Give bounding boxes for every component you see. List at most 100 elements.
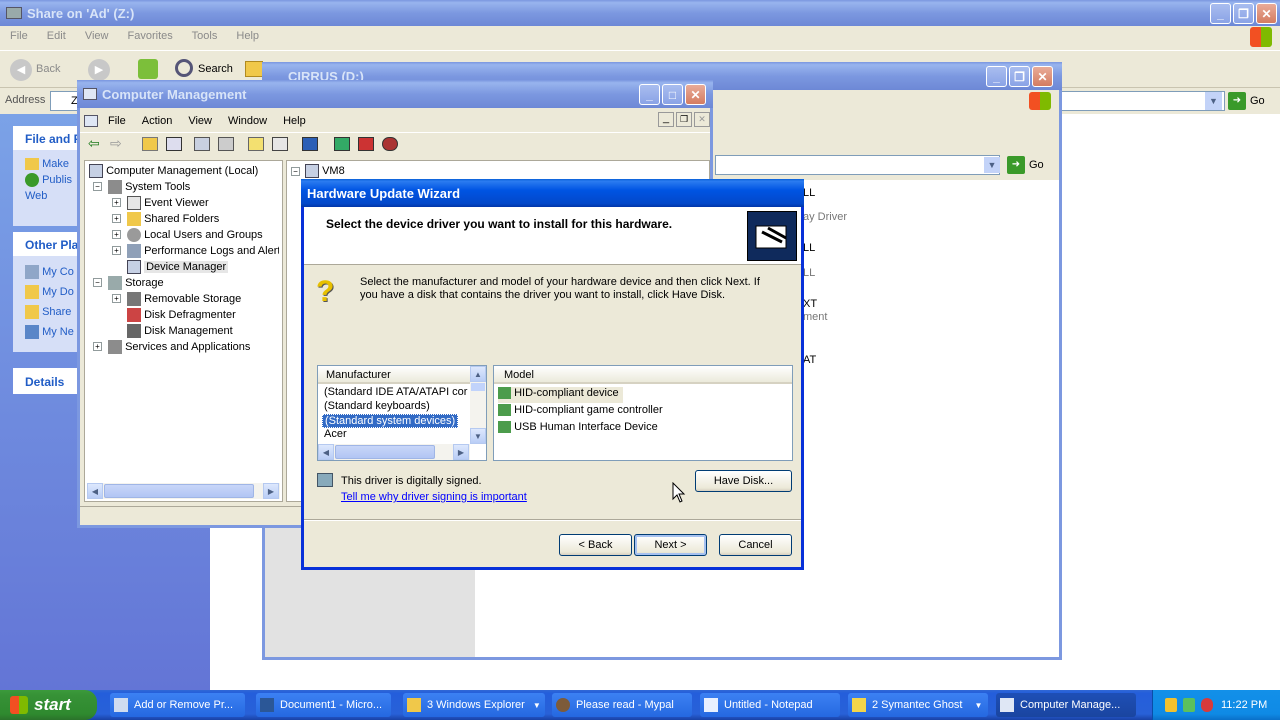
file-item[interactable]: LL <box>803 242 815 254</box>
print-icon[interactable] <box>218 137 234 151</box>
manufacturer-item[interactable]: (Standard IDE ATA/ATAPI cor <box>324 386 472 398</box>
scroll-left-icon[interactable]: ◀ <box>318 444 334 460</box>
cirrus-close-button[interactable]: ✕ <box>1032 66 1053 87</box>
folders-icon[interactable] <box>245 61 263 77</box>
menu-tools[interactable]: Tools <box>192 30 218 42</box>
file-item[interactable]: XT <box>803 298 817 310</box>
forward-icon[interactable]: ⇨ <box>110 135 122 152</box>
manufacturer-item[interactable]: Acer <box>324 428 347 440</box>
file-item[interactable]: LL <box>803 267 815 279</box>
model-item[interactable]: USB Human Interface Device <box>498 421 658 434</box>
compmgmt-titlebar[interactable]: Computer Management _ □ ✕ <box>77 80 713 108</box>
cancel-button[interactable]: Cancel <box>719 534 792 556</box>
tree-node-event-viewer[interactable]: Event Viewer <box>127 195 209 211</box>
search-icon[interactable] <box>175 59 193 77</box>
file-tasks-title[interactable]: File and F <box>13 126 83 150</box>
child-close-icon[interactable]: ✕ <box>694 112 710 127</box>
close-button[interactable]: ✕ <box>1256 3 1277 24</box>
cm-menu-help[interactable]: Help <box>283 115 306 127</box>
scan-hardware-icon[interactable] <box>302 137 318 151</box>
file-item[interactable]: ay Driver <box>803 211 847 223</box>
cm-menu-action[interactable]: Action <box>142 115 173 127</box>
uninstall-icon[interactable] <box>358 137 374 151</box>
show-tree-icon[interactable] <box>166 137 182 151</box>
compmgmt-minimize-button[interactable]: _ <box>639 84 660 105</box>
cirrus-maximize-button[interactable]: ❐ <box>1009 66 1030 87</box>
other-places-title[interactable]: Other Pla <box>13 232 83 256</box>
cm-menu-file[interactable]: File <box>108 115 126 127</box>
model-column-header[interactable]: Model <box>494 366 792 384</box>
explorer-titlebar[interactable]: Share on 'Ad' (Z:) _ ❐ ✕ <box>0 0 1280 26</box>
scroll-thumb[interactable] <box>471 383 485 391</box>
up-level-icon[interactable] <box>142 137 158 151</box>
tree-node-disk-defragmenter[interactable]: Disk Defragmenter <box>127 307 236 323</box>
properties-icon[interactable] <box>194 137 210 151</box>
tree-node-removable-storage[interactable]: Removable Storage <box>127 291 241 307</box>
have-disk-button[interactable]: Have Disk... <box>695 470 792 492</box>
tree-node-local-users[interactable]: Local Users and Groups <box>127 227 263 243</box>
cirrus-go-label[interactable]: Go <box>1029 159 1044 171</box>
expand-icon[interactable]: + <box>112 230 121 239</box>
shield-icon[interactable] <box>1165 698 1177 712</box>
scroll-right-icon[interactable]: ▶ <box>453 444 469 460</box>
my-network-link[interactable]: My Ne <box>25 322 83 342</box>
manufacturer-item-selected[interactable]: (Standard system devices) <box>322 414 459 428</box>
collapse-icon[interactable]: − <box>291 167 300 176</box>
cirrus-address-input[interactable] <box>715 155 1000 175</box>
details-panel[interactable]: Details <box>13 368 83 394</box>
next-button[interactable]: Next > <box>634 534 707 556</box>
clock[interactable]: 11:22 PM <box>1221 699 1267 711</box>
model-item[interactable]: HID-compliant game controller <box>498 404 663 417</box>
tree-horizontal-scrollbar[interactable]: ◀ ▶ <box>87 483 280 499</box>
scroll-down-icon[interactable]: ▼ <box>470 428 486 444</box>
shared-link[interactable]: Share <box>25 302 83 322</box>
wizard-titlebar[interactable]: Hardware Update Wizard <box>301 179 804 207</box>
minimize-button[interactable]: _ <box>1210 3 1231 24</box>
tree-node-storage[interactable]: Storage <box>108 275 164 291</box>
network-tray-icon[interactable] <box>1183 698 1195 712</box>
menu-view[interactable]: View <box>85 30 109 42</box>
export-icon[interactable] <box>272 137 288 151</box>
scroll-up-icon[interactable]: ▲ <box>470 366 486 382</box>
search-label[interactable]: Search <box>198 63 233 75</box>
taskbar-item[interactable]: 3 Windows Explorer ▼ <box>403 693 545 717</box>
menu-favorites[interactable]: Favorites <box>128 30 173 42</box>
disable-icon[interactable] <box>382 137 398 151</box>
back-icon[interactable]: ⇦ <box>88 135 100 152</box>
manufacturer-list[interactable]: Manufacturer (Standard IDE ATA/ATAPI cor… <box>317 365 487 461</box>
my-computer-link[interactable]: My Co <box>25 262 83 282</box>
file-item[interactable]: ment <box>803 311 827 323</box>
start-button[interactable]: start <box>0 690 97 720</box>
dropdown-arrow-icon[interactable]: ▼ <box>1205 92 1222 110</box>
manufacturer-vertical-scrollbar[interactable]: ▲ ▼ <box>470 366 486 444</box>
child-minimize-icon[interactable]: _ <box>658 112 674 127</box>
scroll-thumb[interactable] <box>335 445 435 459</box>
cm-menu-window[interactable]: Window <box>228 115 267 127</box>
cirrus-go-arrow-icon[interactable]: ➜ <box>1007 156 1025 174</box>
taskbar-item[interactable]: Please read - Mypal <box>552 693 692 717</box>
taskbar-item[interactable]: Untitled - Notepad <box>700 693 840 717</box>
manufacturer-item[interactable]: (Standard keyboards) <box>324 400 430 412</box>
collapse-icon[interactable]: − <box>93 182 102 191</box>
compmgmt-close-button[interactable]: ✕ <box>685 84 706 105</box>
menu-help[interactable]: Help <box>236 30 259 42</box>
file-item[interactable]: LL <box>803 187 815 199</box>
make-folder-link[interactable]: Make <box>25 156 83 172</box>
scroll-right-icon[interactable]: ▶ <box>263 483 279 499</box>
expand-icon[interactable]: + <box>112 214 121 223</box>
tree-node-shared-folders[interactable]: Shared Folders <box>127 211 219 227</box>
publish-web-link[interactable]: Publis Web <box>25 172 83 204</box>
update-driver-icon[interactable] <box>334 137 350 151</box>
model-list[interactable]: Model HID-compliant device HID-compliant… <box>493 365 793 461</box>
tree-node-root[interactable]: Computer Management (Local) <box>89 163 258 179</box>
tree-node-services-apps[interactable]: Services and Applications <box>108 339 250 355</box>
device-root[interactable]: VM8 <box>305 163 345 179</box>
tree-node-system-tools[interactable]: System Tools <box>108 179 190 195</box>
compmgmt-maximize-button[interactable]: □ <box>662 84 683 105</box>
maximize-button[interactable]: ❐ <box>1233 3 1254 24</box>
taskbar-item[interactable]: Add or Remove Pr... <box>110 693 245 717</box>
tree-node-disk-management[interactable]: Disk Management <box>127 323 233 339</box>
driver-signing-link[interactable]: Tell me why driver signing is important <box>341 491 527 503</box>
scroll-left-icon[interactable]: ◀ <box>87 483 103 499</box>
go-arrow-icon[interactable]: ➜ <box>1228 92 1246 110</box>
